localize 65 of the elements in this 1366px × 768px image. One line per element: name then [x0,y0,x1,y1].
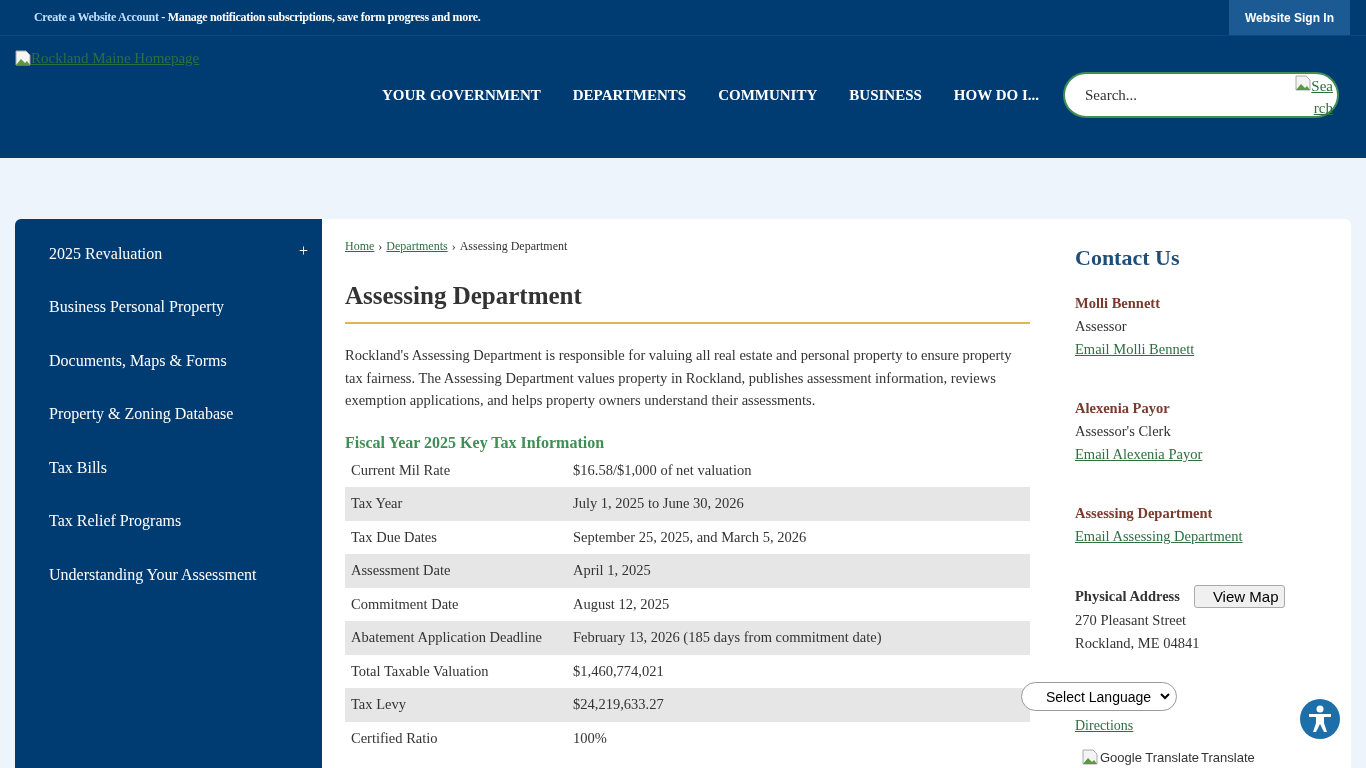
broken-image-icon [1082,749,1098,765]
email-link[interactable]: Email Assessing Department [1075,528,1243,545]
address-label: Physical Address [1075,588,1180,605]
translate-logo-alt: Google Translate [1100,749,1199,765]
nav-item[interactable]: COMMUNITY [702,86,834,104]
sidebar-item[interactable]: Tax Bills [49,458,107,477]
contact-name: Alexenia Payor [1075,400,1170,417]
sidebar-item[interactable]: 2025 Revaluation [49,244,163,263]
nav-item[interactable]: DEPARTMENTS [556,86,703,104]
table-cell: $24,219,633.27 [567,688,1030,722]
chevron-icon [1160,692,1170,701]
contact-heading: Contact Us [1075,245,1181,271]
language-select[interactable]: Select Language [1021,682,1177,711]
nav-item[interactable]: YOUR GOVERNMENT [366,86,557,104]
contact-role: Assessor [1075,318,1127,335]
broken-image-icon [1295,75,1312,91]
contact-name: Molli Bennett [1075,295,1160,312]
breadcrumb-current: Assessing Department [459,239,568,254]
page-title: Assessing Department [345,282,1030,324]
address-line: Rockland, ME 04841 [1075,635,1201,652]
sidebar-item[interactable]: Property & Zoning Database [49,405,234,424]
intro-paragraph: Rockland's Assessing Department is responsible for valuing all real estate and personal property to ensure property tax fairness. The Assessing Department values property in Rockland, publishes assessment information, reviews exemption applications, and helps property owners understand their assessments. [345,346,1013,410]
breadcrumb-link[interactable]: Departments [386,239,448,254]
table-cell: Certified Ratio [345,721,567,755]
breadcrumb-separator: › [451,239,456,254]
table-cell: Abatement Application Deadline [345,621,567,655]
table-cell: Assessment Date [345,554,567,588]
translate-label: Translate [1201,749,1255,765]
search-link[interactable]: rch [1313,97,1333,119]
search-link[interactable]: Sea [1311,75,1333,97]
table-cell: Tax Levy [345,688,567,722]
email-link[interactable]: Email Alexenia Payor [1075,446,1203,463]
table-cell: Total Taxable Valuation [345,654,567,688]
contact-role: Assessor's Clerk [1075,423,1171,440]
search-field[interactable]: Search... Sea rch [1063,72,1339,118]
account-banner-text: Create a Website Account - Manage notification subscriptions, save form progress and more. [34,10,481,25]
section-heading: Fiscal Year 2025 Key Tax Information [345,433,606,452]
sidebar-item[interactable]: Understanding Your Assessment [49,565,257,584]
expand-icon[interactable]: + [298,241,308,260]
sidebar-item[interactable]: Tax Relief Programs [49,512,182,531]
email-link[interactable]: Email Molli Bennett [1075,341,1195,358]
directions-link[interactable]: Directions [1075,718,1134,733]
table-cell: August 12, 2025 [567,587,1030,621]
table-cell: September 25, 2025, and March 5, 2026 [567,520,1030,554]
sidebar-item[interactable]: Business Personal Property [49,298,225,317]
accessibility-icon[interactable] [1299,698,1341,740]
table-cell: 100% [567,721,1030,755]
table-cell: Current Mil Rate [345,453,567,487]
table-cell: February 13, 2026 (185 days from commitment date) [567,621,1030,655]
table-cell: Commitment Date [345,587,567,621]
table-cell: $16.58/$1,000 of net valuation [567,453,1030,487]
nav-item[interactable]: HOW DO I... [937,86,1055,104]
address-line: 270 Pleasant Street [1075,612,1188,629]
sign-in-button[interactable]: Website Sign In [1228,0,1350,35]
sidebar-item[interactable]: Documents, Maps & Forms [49,351,227,370]
breadcrumb-separator: › [378,239,383,254]
nav-item[interactable]: BUSINESS [833,86,938,104]
breadcrumb-link[interactable]: Home [345,239,375,254]
table-cell: Tax Due Dates [345,520,567,554]
contact-name: Assessing Department [1075,505,1213,522]
table-cell: July 1, 2025 to June 30, 2026 [567,487,1030,521]
table-cell: Tax Year [345,487,567,521]
broken-image-icon [15,50,31,66]
view-map-button[interactable]: View Map [1193,585,1286,608]
table-cell: April 1, 2025 [567,554,1030,588]
